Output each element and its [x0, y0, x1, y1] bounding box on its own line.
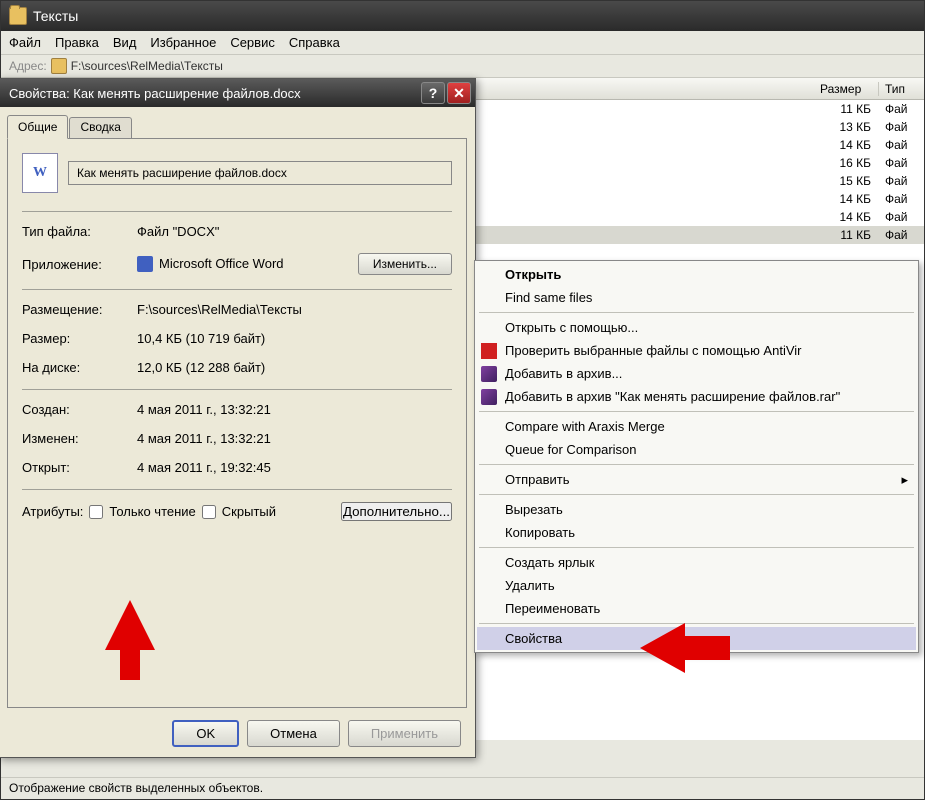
ctx-archive-rar[interactable]: Добавить в архив "Как менять расширение …: [477, 385, 916, 408]
location-label: Размещение:: [22, 302, 137, 317]
tab-panel: Как менять расширение файлов.docx Тип фа…: [7, 138, 467, 708]
hidden-checkbox[interactable]: [202, 505, 216, 519]
word-icon: [137, 256, 153, 272]
readonly-checkbox[interactable]: [89, 505, 103, 519]
advanced-button[interactable]: Дополнительно...: [341, 502, 452, 521]
modified-value: 4 мая 2011 г., 13:32:21: [137, 431, 452, 446]
readonly-label: Только чтение: [109, 504, 195, 519]
properties-dialog: Свойства: Как менять расширение файлов.d…: [0, 78, 476, 758]
size-value: 10,4 КБ (10 719 байт): [137, 331, 452, 346]
ctx-shortcut[interactable]: Создать ярлык: [477, 551, 916, 574]
folder-icon: [51, 58, 67, 74]
help-button[interactable]: ?: [421, 82, 445, 104]
tabs: Общие Сводка: [0, 107, 475, 138]
ctx-antivir[interactable]: Проверить выбранные файлы с помощью Anti…: [477, 339, 916, 362]
statusbar: Отображение свойств выделенных объектов.: [1, 777, 924, 799]
ctx-copy[interactable]: Копировать: [477, 521, 916, 544]
context-menu: Открыть Find same files Открыть с помощь…: [474, 260, 919, 653]
app-value: Microsoft Office Word: [137, 256, 358, 273]
arrow-annotation-icon: [100, 600, 160, 680]
rar-icon: [481, 366, 497, 382]
accessed-label: Открыт:: [22, 460, 137, 475]
arrow-annotation-icon: [640, 618, 730, 678]
created-label: Создан:: [22, 402, 137, 417]
menu-favorites[interactable]: Избранное: [150, 35, 216, 50]
dialog-title: Свойства: Как менять расширение файлов.d…: [9, 86, 419, 101]
tab-general[interactable]: Общие: [7, 115, 68, 139]
close-button[interactable]: ✕: [447, 82, 471, 104]
cancel-button[interactable]: Отмена: [247, 720, 340, 747]
disk-value: 12,0 КБ (12 288 байт): [137, 360, 452, 375]
tab-summary[interactable]: Сводка: [69, 117, 132, 138]
rar-icon: [481, 389, 497, 405]
created-value: 4 мая 2011 г., 13:32:21: [137, 402, 452, 417]
address-label: Адрес:: [9, 59, 47, 73]
antivir-icon: [481, 343, 497, 359]
app-label: Приложение:: [22, 257, 137, 272]
col-size[interactable]: Размер: [814, 82, 879, 96]
ok-button[interactable]: OK: [172, 720, 239, 747]
menu-file[interactable]: Файл: [9, 35, 41, 50]
chevron-right-icon: ▸: [901, 472, 908, 488]
dialog-titlebar[interactable]: Свойства: Как менять расширение файлов.d…: [0, 79, 475, 107]
hidden-label: Скрытый: [222, 504, 276, 519]
filename-field[interactable]: Как менять расширение файлов.docx: [68, 161, 452, 185]
ctx-open-with[interactable]: Открыть с помощью...: [477, 316, 916, 339]
ctx-open[interactable]: Открыть: [477, 263, 916, 286]
location-value: F:\sources\RelMedia\Тексты: [137, 302, 452, 317]
attr-label: Атрибуты:: [22, 504, 83, 519]
size-label: Размер:: [22, 331, 137, 346]
menubar: Файл Правка Вид Избранное Сервис Справка: [1, 31, 924, 55]
docx-icon: [22, 153, 58, 193]
ctx-cut[interactable]: Вырезать: [477, 498, 916, 521]
ctx-compare[interactable]: Compare with Araxis Merge: [477, 415, 916, 438]
menu-tools[interactable]: Сервис: [230, 35, 275, 50]
ctx-send[interactable]: Отправить▸: [477, 468, 916, 491]
ctx-rename[interactable]: Переименовать: [477, 597, 916, 620]
change-button[interactable]: Изменить...: [358, 253, 452, 275]
ctx-delete[interactable]: Удалить: [477, 574, 916, 597]
apply-button[interactable]: Применить: [348, 720, 461, 747]
ctx-archive-add[interactable]: Добавить в архив...: [477, 362, 916, 385]
menu-edit[interactable]: Правка: [55, 35, 99, 50]
folder-icon: [9, 7, 27, 25]
type-label: Тип файла:: [22, 224, 137, 239]
type-value: Файл "DOCX": [137, 224, 452, 239]
menu-view[interactable]: Вид: [113, 35, 137, 50]
col-type[interactable]: Тип: [879, 82, 924, 96]
modified-label: Изменен:: [22, 431, 137, 446]
dialog-buttons: OK Отмена Применить: [172, 720, 461, 747]
addressbar: Адрес: F:\sources\RelMedia\Тексты: [1, 55, 924, 78]
accessed-value: 4 мая 2011 г., 19:32:45: [137, 460, 452, 475]
ctx-find-same[interactable]: Find same files: [477, 286, 916, 309]
ctx-queue[interactable]: Queue for Comparison: [477, 438, 916, 461]
menu-help[interactable]: Справка: [289, 35, 340, 50]
disk-label: На диске:: [22, 360, 137, 375]
address-path[interactable]: F:\sources\RelMedia\Тексты: [71, 59, 223, 73]
window-title: Тексты: [33, 8, 78, 24]
titlebar[interactable]: Тексты: [1, 1, 924, 31]
